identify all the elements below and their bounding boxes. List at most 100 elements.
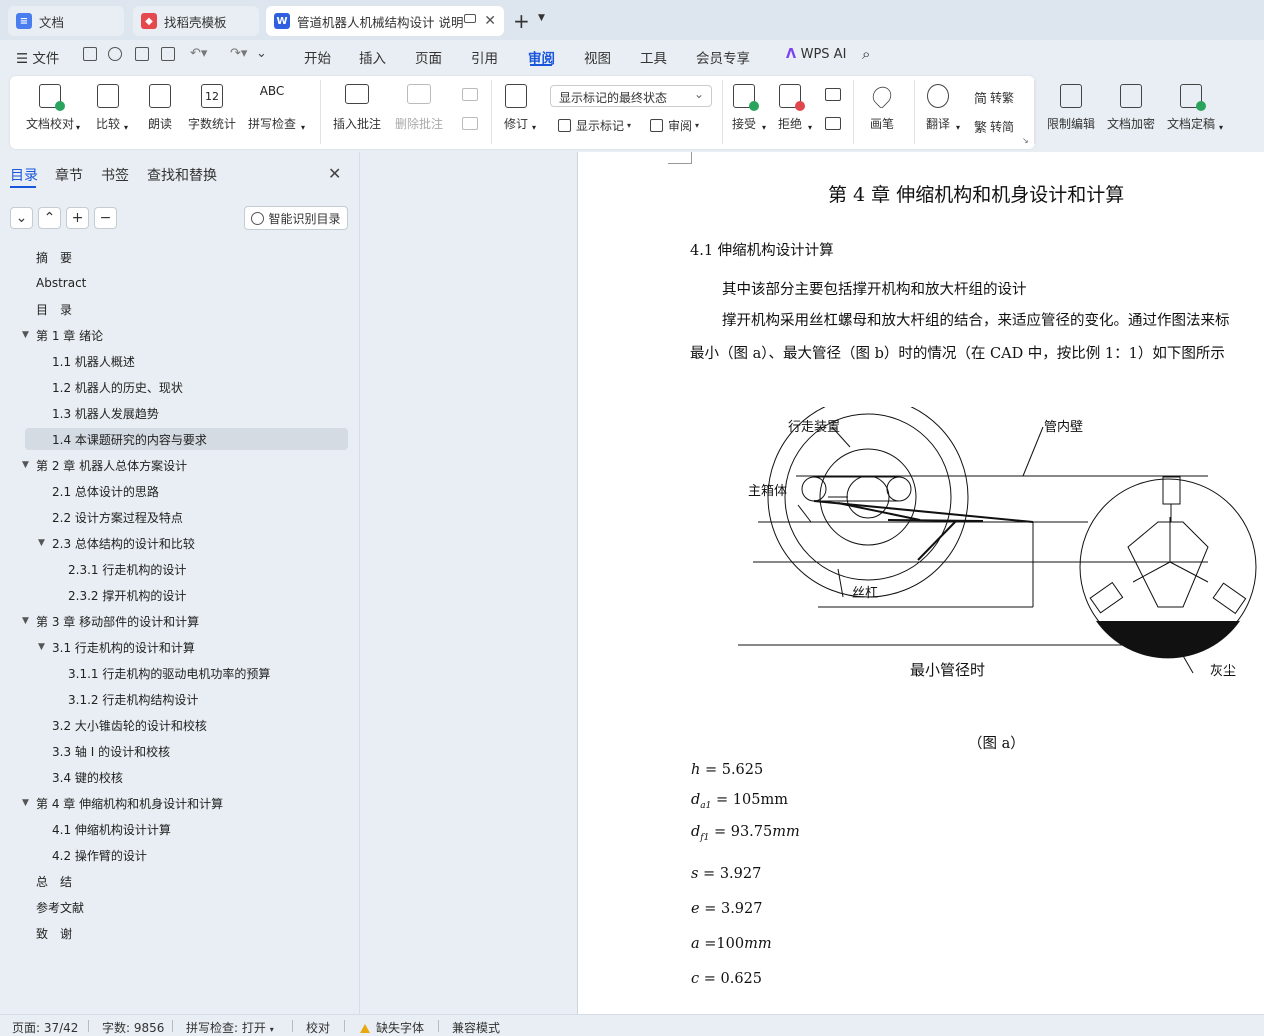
menu-page[interactable]: 页面 bbox=[415, 47, 442, 67]
menu-tools[interactable]: 工具 bbox=[640, 47, 667, 67]
chevron-down-icon[interactable]: ▾ bbox=[301, 123, 305, 132]
accept-button[interactable]: 接受 bbox=[732, 84, 759, 132]
toc-item[interactable]: 目 录 bbox=[36, 298, 72, 320]
save-icon[interactable] bbox=[83, 47, 97, 61]
toc-item[interactable]: 2.3.2 撑开机构的设计 bbox=[68, 584, 186, 606]
chevron-down-icon[interactable]: ▾ bbox=[76, 123, 80, 132]
next-change-icon[interactable] bbox=[825, 117, 841, 130]
print-preview-icon[interactable] bbox=[161, 47, 175, 61]
tab-docs[interactable]: ≡ 文档 bbox=[8, 6, 124, 36]
undo-icon[interactable]: ↶▾ bbox=[190, 46, 207, 61]
more-quick-icon[interactable]: ⌄ bbox=[256, 46, 267, 61]
next-comment-icon[interactable] bbox=[462, 117, 478, 130]
redo-icon[interactable]: ↷▾ bbox=[230, 46, 247, 61]
toc-item[interactable]: 总 结 bbox=[36, 870, 72, 892]
toc-item[interactable]: ▼ 3.1 行走机构的设计和计算 bbox=[38, 636, 195, 658]
search-icon[interactable]: ⌕ bbox=[862, 45, 870, 63]
missing-font-status[interactable]: 缺失字体 bbox=[360, 1019, 424, 1036]
translate-button[interactable]: 翻译 bbox=[926, 84, 950, 132]
word-count-button[interactable]: 12 字数统计 bbox=[188, 84, 236, 132]
toc-item[interactable]: 2.1 总体设计的思路 bbox=[52, 480, 159, 502]
show-markup-button[interactable]: 显示标记 ▾ bbox=[558, 117, 631, 134]
toc-item[interactable]: ▼ 第 1 章 绪论 bbox=[22, 324, 103, 346]
nav-tab-toc[interactable]: 目录 bbox=[10, 165, 38, 185]
chevron-down-icon[interactable]: ▾ bbox=[808, 123, 812, 132]
print-icon[interactable] bbox=[135, 47, 149, 61]
toc-item[interactable]: 1.3 机器人发展趋势 bbox=[52, 402, 159, 424]
toc-item[interactable]: 3.1.1 行走机构的驱动电机功率的预算 bbox=[68, 662, 270, 684]
toc-item[interactable]: ▼ 2.3 总体结构的设计和比较 bbox=[38, 532, 195, 554]
export-icon[interactable] bbox=[108, 47, 122, 61]
toc-item[interactable]: ▼ 第 4 章 伸缩机构和机身设计和计算 bbox=[22, 792, 223, 814]
toc-item[interactable]: ▼ 第 3 章 移动部件的设计和计算 bbox=[22, 610, 199, 632]
chevron-down-icon[interactable]: ▾ bbox=[532, 123, 536, 132]
add-heading-icon[interactable]: + bbox=[66, 207, 89, 229]
nav-tab-chapters[interactable]: 章节 bbox=[55, 165, 83, 185]
proofread-button[interactable]: 文档校对 bbox=[26, 84, 74, 132]
compare-button[interactable]: 比较 bbox=[96, 84, 120, 132]
toc-item[interactable]: 摘 要 bbox=[36, 246, 72, 268]
chevron-down-icon[interactable]: ▾ bbox=[762, 123, 766, 132]
toc-item[interactable]: 2.3.1 行走机构的设计 bbox=[68, 558, 186, 580]
finalize-button[interactable]: 文档定稿 bbox=[1167, 84, 1215, 132]
menu-member[interactable]: 会员专享 bbox=[696, 47, 750, 67]
spell-check-button[interactable]: ABC 拼写检查 bbox=[248, 84, 296, 132]
read-aloud-button[interactable]: 朗读 bbox=[148, 84, 172, 132]
markup-state-select[interactable]: 显示标记的最终状态 ⌄ bbox=[550, 85, 712, 107]
prev-comment-icon[interactable] bbox=[462, 88, 478, 101]
menu-insert[interactable]: 插入 bbox=[359, 47, 386, 67]
collapse-down-icon[interactable]: ⌄ bbox=[10, 207, 33, 229]
page-indicator[interactable]: 页面: 37/42 bbox=[12, 1019, 78, 1036]
toc-item[interactable]: 1.4 本课题研究的内容与要求 bbox=[25, 428, 348, 450]
chevron-down-icon[interactable]: ▾ bbox=[1219, 123, 1223, 132]
encrypt-button[interactable]: 文档加密 bbox=[1107, 84, 1155, 132]
toc-item[interactable]: 4.2 操作臂的设计 bbox=[52, 844, 147, 866]
menu-home[interactable]: 开始 bbox=[304, 47, 331, 67]
menu-wps-ai[interactable]: ᐱ WPS AI bbox=[786, 47, 846, 62]
close-icon[interactable]: ✕ bbox=[328, 164, 341, 183]
chevron-down-icon[interactable]: ▾ bbox=[956, 123, 960, 132]
reject-button[interactable]: 拒绝 bbox=[778, 84, 805, 132]
toc-item[interactable]: 致 谢 bbox=[36, 922, 72, 944]
toc-item[interactable]: ▼ 第 2 章 机器人总体方案设计 bbox=[22, 454, 187, 476]
nav-tab-bookmarks[interactable]: 书签 bbox=[101, 165, 129, 185]
to-traditional-button[interactable]: 简转繁 bbox=[974, 88, 1014, 107]
menu-view[interactable]: 视图 bbox=[584, 47, 611, 67]
proofread-status[interactable]: 校对 bbox=[306, 1019, 330, 1036]
pen-button[interactable]: 画笔 bbox=[868, 82, 896, 132]
menu-reference[interactable]: 引用 bbox=[471, 47, 498, 67]
smart-toc-button[interactable]: 智能识别目录 bbox=[244, 206, 348, 230]
new-tab-icon[interactable]: + bbox=[513, 9, 530, 33]
toc-item[interactable]: 3.2 大小锥齿轮的设计和校核 bbox=[52, 714, 207, 736]
expand-arrow-icon[interactable]: ▼ bbox=[22, 460, 29, 470]
remove-heading-icon[interactable]: − bbox=[94, 207, 117, 229]
menu-file[interactable]: ☰ 文件 bbox=[16, 47, 59, 67]
document-page[interactable]: 第 4 章 伸缩机构和机身设计和计算 4.1 伸缩机构设计计算 其中该部分主要包… bbox=[577, 152, 1264, 1014]
expand-arrow-icon[interactable]: ▼ bbox=[22, 616, 29, 626]
expand-arrow-icon[interactable]: ▼ bbox=[38, 538, 45, 548]
toc-item[interactable]: 4.1 伸缩机构设计计算 bbox=[52, 818, 171, 840]
to-simplified-button[interactable]: 繁转简 bbox=[974, 117, 1014, 136]
expand-arrow-icon[interactable]: ▼ bbox=[38, 642, 45, 652]
toc-item[interactable]: 2.2 设计方案过程及特点 bbox=[52, 506, 183, 528]
toc-item[interactable]: Abstract bbox=[36, 272, 86, 294]
restrict-edit-button[interactable]: 限制编辑 bbox=[1047, 84, 1095, 132]
chevron-down-icon[interactable]: ▼ bbox=[538, 13, 545, 23]
track-changes-button[interactable]: 修订 bbox=[504, 84, 528, 132]
tab-templates[interactable]: ◆ 找稻壳模板 bbox=[133, 6, 259, 36]
expand-arrow-icon[interactable]: ▼ bbox=[22, 798, 29, 808]
toc-item[interactable]: 参考文献 bbox=[36, 896, 84, 918]
insert-comment-button[interactable]: 插入批注 bbox=[333, 84, 381, 132]
spell-check-status[interactable]: 拼写检查: 打开 ▾ bbox=[186, 1019, 274, 1036]
nav-tab-find-replace[interactable]: 查找和替换 bbox=[147, 165, 217, 185]
expand-group-icon[interactable]: ↘ bbox=[1022, 136, 1029, 145]
close-tab-icon[interactable]: ✕ bbox=[484, 13, 496, 29]
monitor-icon[interactable] bbox=[464, 14, 476, 23]
prev-change-icon[interactable] bbox=[825, 88, 841, 101]
tab-current-document[interactable]: W 管道机器人机械结构设计 说明 ✕ bbox=[266, 6, 504, 36]
toc-item[interactable]: 1.2 机器人的历史、现状 bbox=[52, 376, 183, 398]
review-pane-button[interactable]: 审阅 ▾ bbox=[650, 117, 699, 134]
toc-item[interactable]: 3.1.2 行走机构结构设计 bbox=[68, 688, 198, 710]
collapse-up-icon[interactable]: ⌃ bbox=[38, 207, 61, 229]
delete-comment-button[interactable]: 删除批注 bbox=[395, 84, 443, 132]
